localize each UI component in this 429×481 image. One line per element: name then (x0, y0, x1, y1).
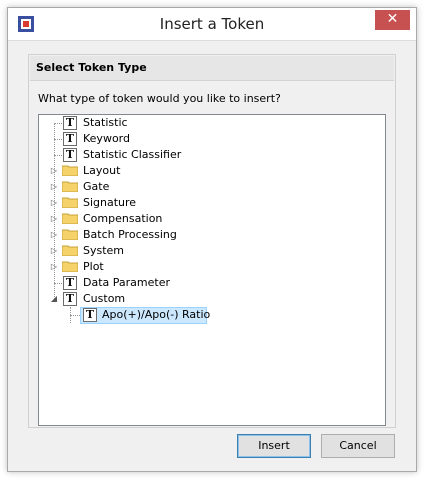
token-t-icon: T (63, 116, 77, 130)
tree-item-label: Compensation (83, 212, 163, 225)
expand-arrow-icon[interactable]: ▷ (50, 179, 58, 195)
tree-item-label: Batch Processing (83, 228, 177, 241)
expand-arrow-icon[interactable]: ▷ (50, 163, 58, 179)
tree-item-label: Keyword (83, 132, 130, 145)
token-t-icon: T (83, 308, 97, 322)
tree-item-gate[interactable]: ▷ Gate (39, 179, 379, 195)
token-t-icon: T (63, 148, 77, 162)
collapse-arrow-icon[interactable]: ◢ (50, 291, 58, 307)
folder-icon (62, 245, 78, 256)
tree-item-compensation[interactable]: ▷ Compensation (39, 211, 379, 227)
group-header-label: Select Token Type (36, 61, 147, 74)
folder-icon (62, 165, 78, 176)
tree-item-label: Plot (83, 260, 104, 273)
tree-item-system[interactable]: ▷ System (39, 243, 379, 259)
insert-button[interactable]: Insert (237, 434, 311, 458)
tree-item-label: System (83, 244, 125, 257)
tree-item-label: Statistic Classifier (83, 148, 182, 161)
folder-icon (62, 213, 78, 224)
tree-item-label: Statistic (83, 116, 128, 129)
expand-arrow-icon[interactable]: ▷ (50, 211, 58, 227)
expand-arrow-icon[interactable]: ▷ (50, 195, 58, 211)
cancel-button[interactable]: Cancel (321, 434, 395, 458)
token-t-icon: T (63, 276, 77, 290)
folder-icon (62, 261, 78, 272)
title-bar: Insert a Token ✕ (8, 8, 416, 41)
tree-item-label: Custom (83, 292, 126, 305)
folder-icon (62, 197, 78, 208)
question-label: What type of token would you like to ins… (38, 92, 281, 105)
close-button[interactable]: ✕ (375, 10, 410, 30)
tree-item-label: Gate (83, 180, 110, 193)
tree-item-signature[interactable]: ▷ Signature (39, 195, 379, 211)
folder-icon (62, 181, 78, 192)
tree-item-label: Apo(+)/Apo(-) Ratio (102, 308, 211, 321)
dialog-title: Insert a Token (159, 15, 265, 33)
tree-item-layout[interactable]: ▷ Layout (39, 163, 379, 179)
tree-item-label: Signature (83, 196, 137, 209)
token-tree[interactable]: T Statistic T Keyword T Statistic Classi… (38, 114, 386, 426)
tree-item-batch-processing[interactable]: ▷ Batch Processing (39, 227, 379, 243)
expand-arrow-icon[interactable]: ▷ (50, 259, 58, 275)
token-type-group: Select Token Type What type of token wou… (28, 54, 396, 428)
tree-item-plot[interactable]: ▷ Plot (39, 259, 379, 275)
group-header: Select Token Type (30, 56, 394, 81)
tree-item-label: Data Parameter (83, 276, 170, 289)
token-t-icon: T (63, 292, 77, 306)
insert-token-dialog: Insert a Token ✕ Select Token Type What … (7, 7, 417, 472)
tree-item-custom[interactable]: ◢ T Custom (39, 291, 379, 307)
tree-item-keyword[interactable]: T Keyword (39, 131, 379, 147)
tree-item-statistic-classifier[interactable]: T Statistic Classifier (39, 147, 379, 163)
tree-item-apo-ratio[interactable]: T Apo(+)/Apo(-) Ratio (39, 307, 379, 323)
tree-item-statistic[interactable]: T Statistic (39, 115, 379, 131)
tree-item-label: Layout (83, 164, 121, 177)
token-t-icon: T (63, 132, 77, 146)
folder-icon (62, 229, 78, 240)
tree-item-data-parameter[interactable]: T Data Parameter (39, 275, 379, 291)
expand-arrow-icon[interactable]: ▷ (50, 227, 58, 243)
expand-arrow-icon[interactable]: ▷ (50, 243, 58, 259)
